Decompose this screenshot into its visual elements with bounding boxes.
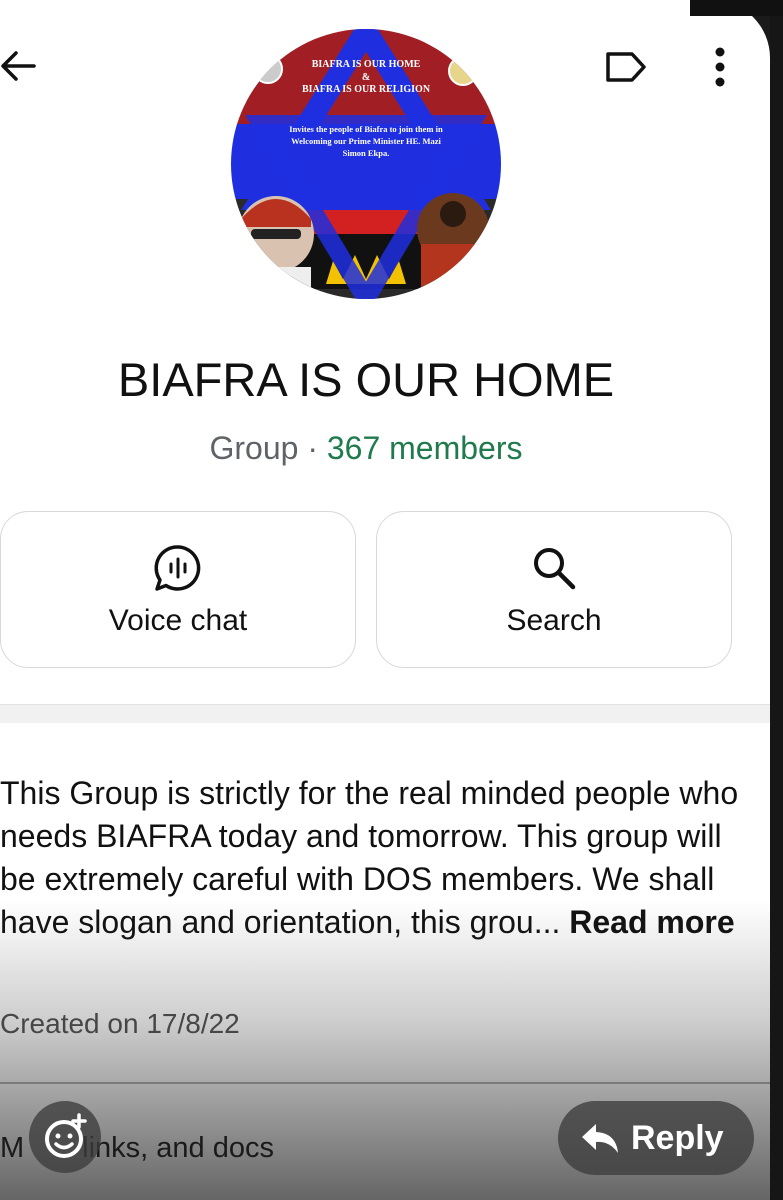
add-reaction-icon — [45, 1113, 87, 1158]
group-info-screen: BIAFRA IS OUR HOME & BIAFRA IS OUR RELIG… — [0, 0, 770, 1200]
avatar-text-line4: Invites the people of Biafra to join the… — [289, 124, 443, 134]
avatar-text-line2: & — [361, 72, 371, 83]
avatar-text-line3: BIAFRA IS OUR RELIGION — [301, 84, 431, 95]
group-type: Group — [209, 430, 299, 466]
media-label-end: links, and docs — [82, 1132, 274, 1164]
device-corner — [690, 0, 783, 16]
search-label: Search — [506, 604, 602, 637]
avatar-text-line6: Simon Ekpa. — [342, 148, 390, 158]
section-separator — [0, 1082, 770, 1084]
avatar-text-line1: BIAFRA IS OUR HOME — [311, 59, 421, 70]
created-date: Created on 17/8/22 — [0, 1008, 240, 1039]
arrow-left-icon[interactable] — [0, 44, 40, 88]
voice-chat-icon — [152, 542, 204, 594]
add-reaction-button[interactable] — [29, 1101, 101, 1173]
group-description: This Group is strictly for the real mind… — [0, 772, 740, 944]
reply-button[interactable]: Reply — [558, 1101, 754, 1175]
reply-arrow-icon — [580, 1121, 620, 1157]
subtitle-separator: · — [298, 430, 327, 466]
media-label-start: M — [0, 1132, 25, 1164]
voice-chat-label: Voice chat — [108, 604, 248, 637]
search-button[interactable]: Search — [376, 511, 732, 668]
group-title: BIAFRA IS OUR HOME — [117, 353, 615, 406]
search-icon — [528, 542, 580, 594]
group-avatar[interactable]: BIAFRA IS OUR HOME & BIAFRA IS OUR RELIG… — [231, 29, 501, 299]
avatar-text-line5: Welcoming our Prime Minister HE. Mazi — [291, 136, 441, 146]
section-divider — [0, 704, 770, 723]
device-edge — [770, 0, 783, 1200]
voice-chat-button[interactable]: Voice chat — [0, 511, 356, 668]
reply-label: Reply — [631, 1119, 724, 1157]
read-more-link[interactable]: Read more — [569, 904, 734, 940]
members-count[interactable]: 367 members — [327, 430, 523, 466]
more-vertical-icon[interactable] — [706, 44, 734, 90]
group-subtitle: Group · 367 members — [0, 430, 732, 467]
label-outline-icon[interactable] — [602, 48, 648, 86]
